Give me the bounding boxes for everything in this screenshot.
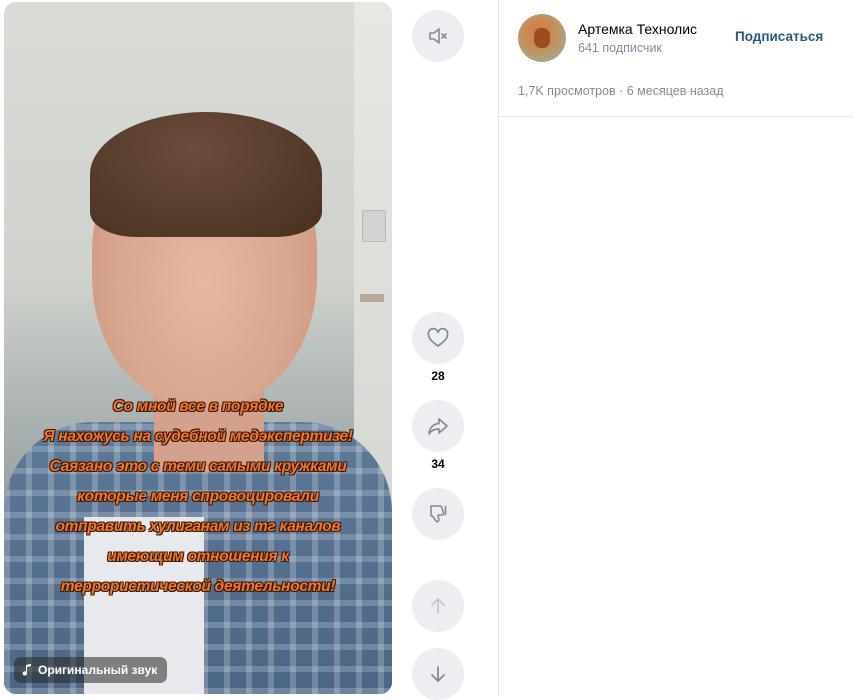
mute-button[interactable] bbox=[412, 10, 464, 62]
share-arrow-icon bbox=[428, 418, 448, 435]
like-button[interactable] bbox=[412, 312, 464, 364]
wall-sign bbox=[360, 294, 384, 302]
author-avatar[interactable] bbox=[518, 14, 566, 62]
arrow-up-icon bbox=[431, 598, 445, 614]
caption-line: имеющим отношения к bbox=[107, 548, 289, 565]
original-sound-button[interactable]: Оригинальный звук bbox=[14, 657, 168, 683]
video-caption: Со мной все в порядке Я нахожусь на суде… bbox=[4, 392, 392, 602]
muted-speaker-icon bbox=[429, 28, 447, 44]
caption-line: террористической деятельности! bbox=[60, 578, 336, 595]
sound-label: Оригинальный звук bbox=[38, 663, 158, 677]
wall-switch bbox=[362, 210, 386, 242]
caption-line: которые меня спровоцировали bbox=[77, 488, 319, 505]
dislike-button[interactable] bbox=[412, 488, 464, 540]
caption-line: Саязано это с теми самыми кружками bbox=[49, 458, 347, 475]
avatar-figure bbox=[534, 28, 550, 48]
like-count: 28 bbox=[431, 369, 445, 383]
caption-line: отправить хулиганам из тг каналов bbox=[55, 518, 341, 535]
thumbs-down-icon bbox=[430, 505, 447, 523]
panel-divider bbox=[498, 116, 854, 117]
heart-icon bbox=[427, 327, 449, 347]
arrow-down-icon bbox=[431, 666, 445, 682]
author-name[interactable]: Артемка Технолис bbox=[578, 21, 697, 37]
share-button[interactable] bbox=[412, 400, 464, 452]
subscriber-count: 641 подписчик bbox=[578, 41, 662, 55]
next-video-button[interactable] bbox=[412, 648, 464, 700]
hair bbox=[90, 112, 322, 237]
caption-line: Со мной все в порядке bbox=[112, 398, 284, 415]
previous-video-button[interactable] bbox=[412, 580, 464, 632]
music-note-icon bbox=[22, 664, 31, 676]
share-count: 34 bbox=[431, 457, 445, 471]
subscribe-button[interactable]: Подписаться bbox=[735, 29, 823, 44]
caption-line: Я нахожусь на судебной медэкспертизе! bbox=[43, 428, 353, 445]
views-and-date: 1,7K просмотров · 6 месяцев назад bbox=[518, 84, 724, 98]
info-panel bbox=[498, 0, 854, 696]
